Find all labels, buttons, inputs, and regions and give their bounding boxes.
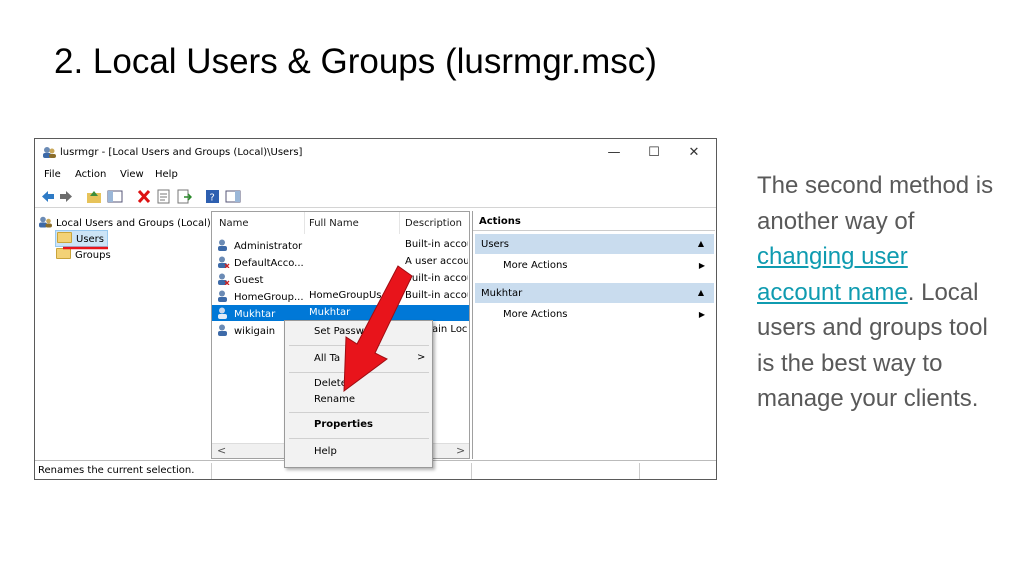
changing-user-account-name-link[interactable]: changing user account name — [757, 243, 908, 306]
red-arrow-annotation — [343, 265, 413, 393]
slide-title: 2. Local Users & Groups (lusrmgr.msc) — [54, 42, 657, 81]
slide-description: The second method is another way of chan… — [757, 168, 997, 417]
annotation-overlay — [63, 246, 413, 393]
lusrmgr-window: lusrmgr - [Local Users and Groups (Local… — [34, 138, 717, 480]
description-text-start: The second method is another way of — [757, 172, 994, 235]
